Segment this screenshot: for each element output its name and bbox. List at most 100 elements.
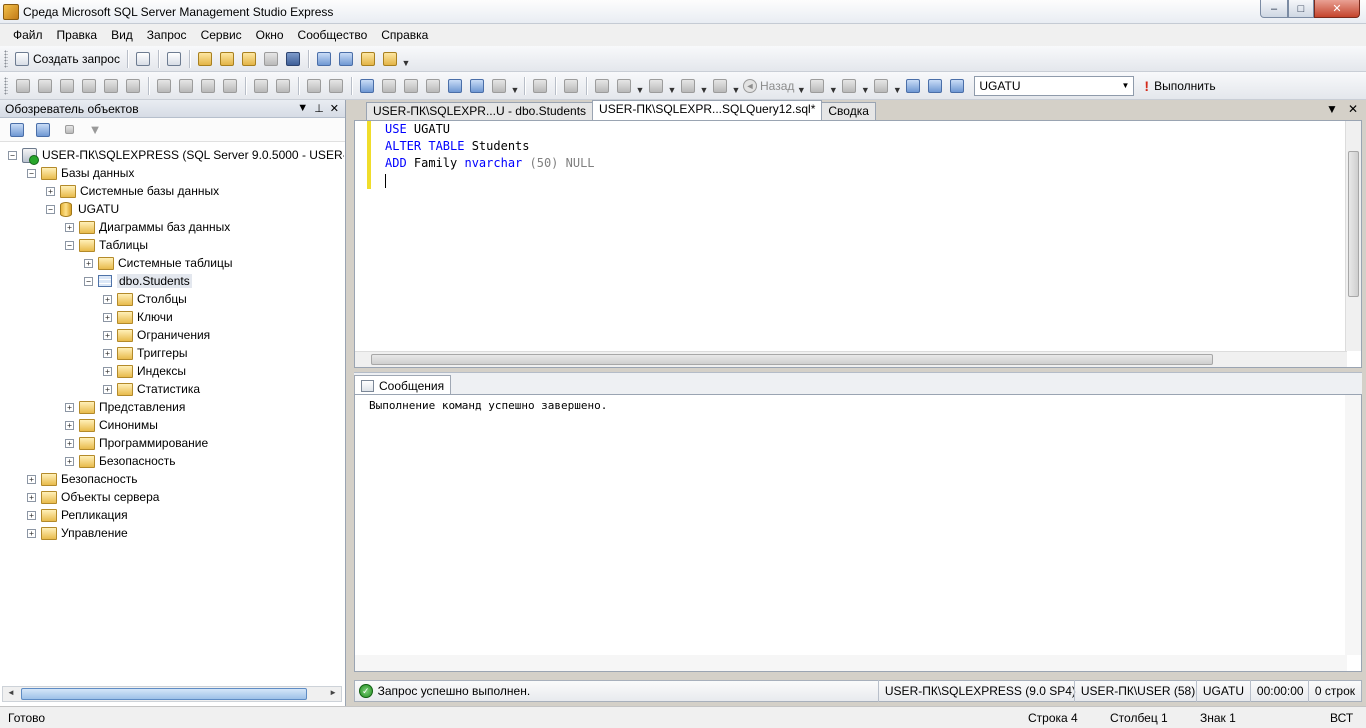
toolbar-overflow-icon[interactable]: ▼ [635, 77, 645, 95]
tree-node-views[interactable]: + Представления [65, 398, 185, 416]
help-button[interactable] [561, 76, 581, 96]
expand-icon[interactable]: + [27, 474, 36, 484]
new-project-button[interactable] [164, 49, 184, 69]
expand-icon[interactable]: + [103, 384, 112, 394]
menu-tools[interactable]: Сервис [194, 25, 249, 45]
tree-node-databases[interactable]: − Базы данных [27, 164, 134, 182]
menu-help[interactable]: Справка [374, 25, 435, 45]
collapse-icon[interactable]: − [27, 168, 36, 178]
registered-servers-button[interactable] [336, 49, 356, 69]
tree-node-system-tables[interactable]: + Системные таблицы [84, 254, 233, 272]
uncomment-button[interactable] [273, 76, 293, 96]
expand-icon[interactable]: + [103, 330, 112, 340]
sql-editor[interactable]: USE UGATU ALTER TABLE Students ADD Famil… [354, 120, 1362, 368]
editor-hscrollbar[interactable] [355, 351, 1347, 367]
execute-button[interactable]: ! Выполнить [1144, 78, 1215, 94]
tree-node-triggers[interactable]: + Триггеры [103, 344, 188, 362]
toolbar-overflow-icon[interactable]: ▼ [667, 77, 677, 95]
scroll-left-icon[interactable]: ◄ [7, 688, 15, 697]
expand-icon[interactable]: + [103, 348, 112, 358]
redo-button[interactable] [467, 76, 487, 96]
menu-community[interactable]: Сообщество [291, 25, 375, 45]
expand-icon[interactable]: + [103, 312, 112, 322]
table-button[interactable] [710, 76, 730, 96]
expand-icon[interactable]: + [27, 528, 36, 538]
increase-indent-button[interactable] [326, 76, 346, 96]
save-button[interactable] [261, 49, 281, 69]
expand-icon[interactable]: + [65, 402, 74, 412]
change-connection-button[interactable] [57, 76, 77, 96]
tab-students-table[interactable]: USER-ПК\SQLEXPR...U - dbo.Students [366, 102, 594, 120]
expand-icon[interactable]: + [65, 456, 74, 466]
sync-button[interactable] [592, 76, 612, 96]
tree-node-programmability[interactable]: + Программирование [65, 434, 208, 452]
scroll-thumb[interactable] [21, 688, 307, 700]
open-project-button[interactable] [239, 49, 259, 69]
results-to-grid-button[interactable] [176, 76, 196, 96]
tree-node-replication[interactable]: + Репликация [27, 506, 128, 524]
collapse-icon[interactable]: − [84, 276, 93, 286]
close-tab-icon[interactable]: ✕ [1348, 102, 1358, 116]
tree-node-statistics[interactable]: + Статистика [103, 380, 200, 398]
menu-view[interactable]: Вид [104, 25, 140, 45]
expand-icon[interactable]: + [65, 438, 74, 448]
object-explorer-button[interactable] [314, 49, 334, 69]
tree-node-system-databases[interactable]: + Системные базы данных [46, 182, 219, 200]
font-size-button[interactable] [220, 76, 240, 96]
tree-node-db-security[interactable]: + Безопасность [65, 452, 176, 470]
add-table-button[interactable] [903, 76, 923, 96]
expand-icon[interactable]: + [27, 492, 36, 502]
new-file-button[interactable] [133, 49, 153, 69]
disconnect-explorer-button[interactable] [33, 120, 53, 140]
undo-button[interactable] [445, 76, 465, 96]
display-plan-button[interactable] [79, 76, 99, 96]
page-button[interactable] [807, 76, 827, 96]
expand-icon[interactable]: + [84, 258, 93, 268]
editor-vscrollbar[interactable] [1345, 121, 1361, 351]
prev-bookmark-button[interactable] [401, 76, 421, 96]
object-explorer-hscrollbar[interactable]: ◄ ► [2, 686, 342, 702]
dropdown-icon[interactable]: ▼ [297, 102, 308, 115]
results-to-file-button[interactable] [198, 76, 218, 96]
scroll-right-icon[interactable]: ► [329, 688, 337, 697]
view-button[interactable] [839, 76, 859, 96]
tree-node-synonyms[interactable]: + Синонимы [65, 416, 158, 434]
tree-node-tables[interactable]: − Таблицы [65, 236, 148, 254]
parse-button[interactable] [101, 76, 121, 96]
back-button[interactable]: ◄ Назад [743, 78, 794, 93]
tree-node-server-objects[interactable]: + Объекты сервера [27, 488, 159, 506]
bookmark-button[interactable] [379, 76, 399, 96]
toolbar-overflow-icon[interactable]: ▼ [699, 77, 709, 95]
expand-icon[interactable]: + [103, 294, 112, 304]
tab-list-icon[interactable]: ▼ [1326, 102, 1338, 116]
expand-icon[interactable]: + [65, 222, 74, 232]
properties-button[interactable] [380, 49, 400, 69]
tab-summary[interactable]: Сводка [821, 102, 876, 120]
tree-node-security[interactable]: + Безопасность [27, 470, 138, 488]
close-icon[interactable]: ✕ [330, 102, 339, 115]
filter-explorer-button[interactable]: ▼ [85, 120, 105, 140]
messages-pane[interactable]: Выполнение команд успешно завершено. [354, 394, 1362, 672]
specify-values-button[interactable] [530, 76, 550, 96]
collapse-icon[interactable]: − [46, 204, 55, 214]
open-file-button[interactable] [195, 49, 215, 69]
sql-code[interactable]: USE UGATU ALTER TABLE Students ADD Famil… [385, 121, 595, 189]
expand-icon[interactable]: + [46, 186, 55, 196]
toolbar-overflow-icon[interactable]: ▼ [828, 77, 838, 95]
tree-node-diagrams[interactable]: + Диаграммы баз данных [65, 218, 230, 236]
decrease-indent-button[interactable] [304, 76, 324, 96]
stop-button[interactable] [59, 120, 79, 140]
toolbar-overflow-icon[interactable]: ▼ [401, 50, 411, 68]
collapse-icon[interactable]: − [8, 150, 17, 160]
scroll-thumb[interactable] [371, 354, 1213, 365]
delete-table-button[interactable] [925, 76, 945, 96]
toolbar-overflow-icon[interactable]: ▼ [892, 77, 902, 95]
new-query-button[interactable]: Создать запрос [13, 49, 122, 69]
toolbar-overflow-icon[interactable]: ▼ [510, 77, 520, 95]
menu-window[interactable]: Окно [249, 25, 291, 45]
remove-button[interactable] [947, 76, 967, 96]
scroll-thumb[interactable] [1348, 151, 1359, 297]
tree-node-server[interactable]: − USER-ПК\SQLEXPRESS (SQL Server 9.0.500… [8, 146, 344, 165]
diagram-button[interactable] [678, 76, 698, 96]
maximize-button[interactable]: □ [1288, 0, 1314, 18]
